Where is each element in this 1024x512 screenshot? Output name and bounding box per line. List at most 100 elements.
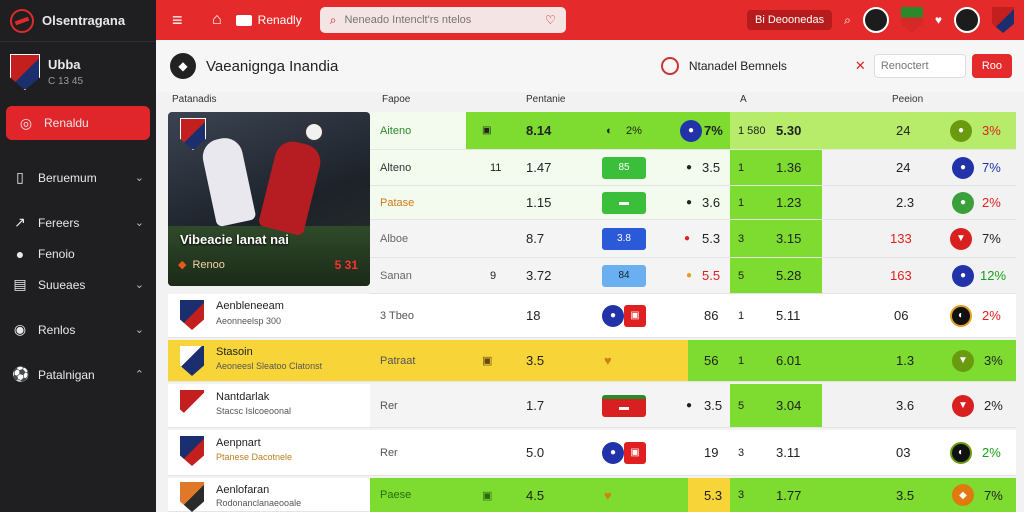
odds-value[interactable]: 5.3 — [704, 478, 722, 512]
clear-icon[interactable]: ♡ — [545, 13, 556, 27]
odds-value[interactable]: 1.23 — [776, 186, 801, 219]
odds-value[interactable]: 56 — [704, 340, 718, 381]
sidebar-item-1[interactable]: ▯ Beruemum ⌄ — [0, 162, 156, 193]
column-header-team[interactable]: Patanadis — [172, 94, 216, 105]
odds-value[interactable]: 18 — [526, 294, 540, 337]
odds-pill[interactable]: ▣ — [624, 304, 646, 327]
sidebar-item-3[interactable]: ● Fenoio — [0, 238, 156, 269]
player-image — [199, 134, 257, 228]
odds-pill[interactable]: 3.8 — [602, 227, 646, 250]
hero-card[interactable]: Vibeacie lanat nai ◆ Renoo 5 31 — [168, 112, 370, 286]
table-row[interactable]: Sanan 9 3.72 84 ● 5.5 5 5.28 163 ● 12% — [370, 258, 1016, 294]
odds-value[interactable]: 8.7 — [526, 220, 544, 257]
column-header-4[interactable]: Peeion — [892, 94, 923, 105]
odds-value[interactable]: 3.72 — [526, 258, 551, 293]
odds-value[interactable]: 1.77 — [776, 478, 801, 512]
account-button[interactable]: Bi Deoonedas — [747, 10, 833, 30]
odds-value[interactable]: 3.5 — [704, 384, 722, 427]
pre-value: 1 — [738, 196, 745, 209]
profile-avatar[interactable] — [954, 7, 980, 33]
odds-value[interactable]: 5.28 — [776, 258, 801, 293]
close-icon[interactable]: ✕ — [855, 58, 866, 74]
percent-value: 3% — [984, 353, 1003, 368]
table-row[interactable]: Patraat ▣ 3.5 ♥ 56 1 6.01 1.3 ▼ 3% — [370, 340, 1016, 382]
odds-value[interactable]: 5.30 — [776, 112, 801, 149]
table-row[interactable]: Alteno 11 1.47 85 ● 3.5 1 1.36 24 ● 7% — [370, 150, 1016, 186]
odds-value[interactable]: 5.0 — [526, 430, 544, 475]
chevron-down-icon: ⌄ — [134, 279, 144, 291]
search-input[interactable] — [344, 14, 525, 26]
odds-value[interactable]: 3.5 — [526, 340, 544, 381]
brand-logo-icon — [10, 8, 34, 33]
table-row[interactable]: Patase 1.15 ▬ ● 3.6 1 1.23 2.3 ● 2% — [370, 186, 1016, 220]
column-header-1[interactable]: Fapoe — [382, 94, 410, 105]
sidebar-item-6[interactable]: ⚽ Patalnigan ⌃ — [0, 359, 156, 390]
search-icon[interactable]: ⌕ — [844, 13, 851, 28]
percent-value: 7% — [982, 231, 1001, 246]
odds-value[interactable]: 5.3 — [702, 220, 720, 257]
team-row[interactable]: Stasoin Aeoneesl Sleatoo Clatonst — [168, 340, 370, 382]
odds-value[interactable]: 3.04 — [776, 384, 801, 427]
odds-value[interactable]: 8.14 — [526, 112, 551, 149]
pre-value: 3 — [738, 489, 745, 501]
team-sub: Rodonanclanaeooale — [216, 498, 302, 508]
table-row[interactable]: Paese ▣ 4.5 ♥ 5.3 3 1.77 3.5 ◆ 7% — [370, 478, 1016, 512]
sidebar-item-active[interactable]: ◎ Renaldu — [6, 106, 150, 140]
column-header-3[interactable]: A — [740, 94, 747, 105]
sidebar-item-2[interactable]: ↗ Fereers ⌄ — [0, 207, 156, 238]
odds-value[interactable]: 1.15 — [526, 186, 551, 219]
row-name: Paese — [380, 489, 412, 501]
odds-pill[interactable]: ▬ — [602, 394, 646, 417]
brand[interactable]: Olsentragana — [0, 0, 156, 42]
sidebar-item-label: Suueaes — [38, 277, 86, 292]
team-row[interactable]: Aenlofaran Rodonanclanaeooale — [168, 478, 370, 512]
table-row[interactable]: Alboe 8.7 3.8 ● 5.3 3 3.15 133 ▼ 7% — [370, 220, 1016, 258]
odds-value[interactable]: 1.36 — [776, 150, 801, 185]
odds-value[interactable]: 3.5 — [702, 150, 720, 185]
team-badge-icon: ● — [952, 156, 974, 179]
team-row[interactable]: Aenpnart Ptanese Dacotnele — [168, 430, 370, 476]
sidebar-item-4[interactable]: ▤ Suueaes ⌄ — [0, 269, 156, 300]
table-row[interactable]: Rer 1.7 ▬ ● 3.5 5 3.04 3.6 ▼ 2% — [370, 384, 1016, 428]
odds-value[interactable]: 5.5 — [702, 258, 720, 293]
odds-value[interactable]: 4.5 — [526, 478, 544, 512]
region-selector[interactable]: Renadly — [235, 13, 302, 27]
menu-icon[interactable]: ≡ — [172, 10, 192, 31]
filter-input[interactable] — [873, 54, 966, 78]
odds-value[interactable]: 86 — [704, 294, 718, 337]
odds-value[interactable]: 5.11 — [776, 294, 800, 337]
league-logo-icon: ◆ — [170, 53, 196, 79]
avatar[interactable] — [862, 7, 889, 33]
odds-pill[interactable]: ▣ — [624, 441, 646, 464]
subheader-label[interactable]: Ntanadel Bemnels — [689, 59, 787, 73]
odds-value[interactable]: 3.11 — [776, 430, 800, 475]
odds-value[interactable]: 7% — [704, 112, 723, 149]
team-row[interactable]: Aenbleneeam Aeonneelsp 300 — [168, 294, 370, 338]
odds-pill[interactable]: 84 — [602, 264, 646, 287]
odds-value[interactable]: 6.01 — [776, 340, 801, 381]
filter-button[interactable]: Roo — [971, 54, 1012, 78]
hero-score: 5 31 — [334, 258, 358, 272]
table-row[interactable]: Aiteno ▣ 8.14 ◐ 2% ● 7% 1 580 5.30 24 ● … — [370, 112, 1016, 150]
odds-pill[interactable]: 85 — [602, 156, 646, 179]
odds-value[interactable]: 3.15 — [776, 220, 801, 257]
column-header-2[interactable]: Pentanie — [526, 94, 565, 105]
odds-value[interactable]: 19 — [704, 430, 718, 475]
notification-icon[interactable]: ♥ — [935, 13, 942, 27]
table-row[interactable]: 3 Tbeo 18 ● ▣ 86 1 5.11 06 ◐ 2% — [370, 294, 1016, 338]
odds-value[interactable]: 1.7 — [526, 384, 544, 427]
table-row[interactable]: Rer 5.0 ● ▣ 19 3 3.11 03 ◐ 2% — [370, 430, 1016, 476]
team-crest-icon[interactable] — [992, 7, 1014, 33]
club-crest-icon[interactable] — [900, 7, 923, 33]
team-crest-icon — [180, 390, 204, 420]
odds-pill[interactable]: ▬ — [602, 191, 646, 214]
home-icon[interactable]: ⌂ — [212, 11, 222, 29]
odds-value[interactable]: 1.47 — [526, 150, 551, 185]
sidebar-item-5[interactable]: ◉ Renlos ⌄ — [0, 314, 156, 345]
soccer-icon: ⚽ — [12, 366, 30, 382]
team-row[interactable]: Nantdarlak Stacsc Islcoeoonal — [168, 384, 370, 428]
team-sub: Ptanese Dacotnele — [216, 452, 293, 462]
club-card[interactable]: Ubba C 13 45 — [0, 42, 156, 98]
search-bar[interactable]: ⌕ ♡ — [319, 7, 566, 33]
odds-value[interactable]: 3.6 — [702, 186, 720, 219]
